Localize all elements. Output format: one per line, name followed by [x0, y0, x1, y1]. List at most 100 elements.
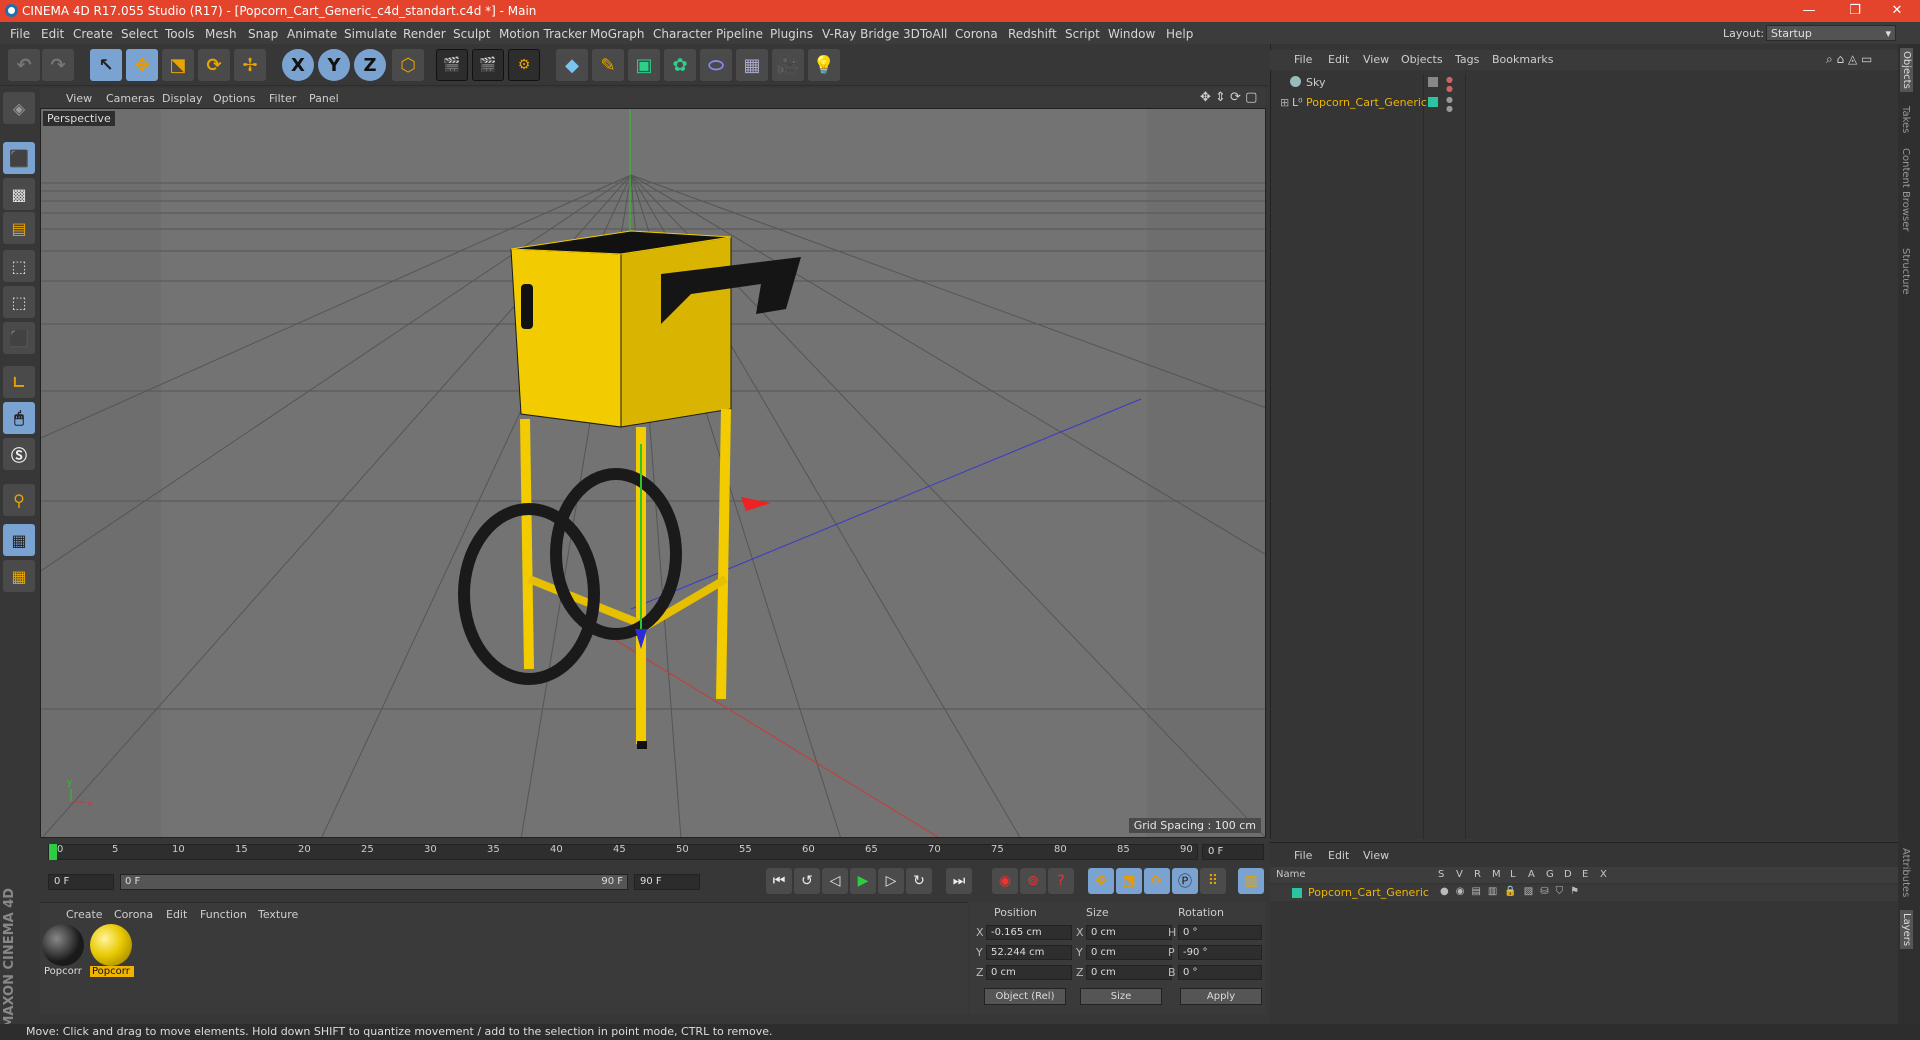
menu-simulate[interactable]: Simulate [344, 27, 397, 41]
layer-row[interactable]: Popcorn_Cart_Generic ●◉▤▥🔒▧⛁⛉⚑ [1270, 885, 1898, 901]
key-parameter-button[interactable]: Ⓟ [1172, 868, 1198, 894]
search-icon[interactable]: ⌕ ⌂ ◬ ▭ [1826, 52, 1872, 67]
column-d[interactable]: D [1564, 869, 1572, 880]
position-y-field[interactable]: 52.244 cm [986, 945, 1072, 960]
menu-snap[interactable]: Snap [248, 27, 278, 41]
workplane-lock-button[interactable]: ▦ [3, 524, 35, 556]
tab-objects[interactable]: Objects [1900, 48, 1913, 92]
undo-button[interactable]: ↶ [8, 49, 40, 81]
column-x[interactable]: X [1600, 869, 1607, 880]
minimize-button[interactable]: — [1786, 0, 1832, 22]
object-menu-file[interactable]: File [1294, 53, 1312, 66]
autokeying-button[interactable]: ⊚ [1020, 868, 1046, 894]
size-mode-select[interactable]: Size [1080, 988, 1162, 1005]
live-selection-button[interactable]: ↖ [90, 49, 122, 81]
size-x-field[interactable]: 0 cm [1086, 925, 1172, 940]
viewport-menu-view[interactable]: View [66, 92, 92, 105]
menu-mesh[interactable]: Mesh [205, 27, 237, 41]
column-a[interactable]: A [1528, 869, 1535, 880]
position-x-field[interactable]: -0.165 cm [986, 925, 1072, 940]
axis-mode-button[interactable]: ∟ [3, 366, 35, 398]
size-y-field[interactable]: 0 cm [1086, 945, 1172, 960]
menu-create[interactable]: Create [73, 27, 113, 41]
keyframe-selection-button[interactable]: ? [1048, 868, 1074, 894]
polygons-mode-button[interactable]: ⬛ [3, 322, 35, 354]
viewport-menu-display[interactable]: Display [162, 92, 203, 105]
snap-button[interactable]: ⚲ [3, 484, 35, 516]
points-mode-button[interactable]: ⬚ [3, 250, 35, 282]
scale-tool-button[interactable]: ⬔ [162, 49, 194, 81]
rotate-tool-button[interactable]: ⟳ [198, 49, 230, 81]
timeline-ruler[interactable]: 0 5 10 15 20 25 30 35 40 45 50 55 60 65 … [40, 840, 1266, 864]
menu-pipeline[interactable]: Pipeline [716, 27, 763, 41]
visibility-dots[interactable]: ● ● [1446, 75, 1453, 93]
menu-window[interactable]: Window [1108, 27, 1155, 41]
object-menu-view[interactable]: View [1363, 53, 1389, 66]
texture-mode-button[interactable]: ▩ [3, 178, 35, 210]
move-tool-button[interactable]: ✥ [126, 49, 158, 81]
menu-animate[interactable]: Animate [287, 27, 337, 41]
material-menu-function[interactable]: Function [200, 908, 247, 921]
playhead[interactable] [49, 844, 57, 860]
viewport-menu-cameras[interactable]: Cameras [106, 92, 155, 105]
column-s[interactable]: S [1438, 869, 1444, 880]
object-menu-tags[interactable]: Tags [1455, 53, 1479, 66]
rotation-p-field[interactable]: -90 ° [1178, 945, 1262, 960]
size-z-field[interactable]: 0 cm [1086, 965, 1172, 980]
column-r[interactable]: R [1474, 869, 1481, 880]
tweak-mode-button[interactable]: 🖱 [3, 402, 35, 434]
object-menu-edit[interactable]: Edit [1328, 53, 1349, 66]
y-axis-button[interactable]: Y [318, 49, 350, 81]
x-axis-button[interactable]: X [282, 49, 314, 81]
close-button[interactable]: ✕ [1874, 0, 1920, 22]
go-to-end-button[interactable]: ⏭ [946, 868, 972, 894]
maximize-button[interactable]: ❐ [1832, 0, 1878, 22]
tab-layers[interactable]: Layers [1900, 910, 1913, 950]
deformer-button[interactable]: ⬭ [700, 49, 732, 81]
viewport-name-label[interactable]: Perspective [43, 111, 115, 126]
previous-frame-button[interactable]: ◁ [822, 868, 848, 894]
end-frame-field[interactable]: 90 F [634, 874, 700, 890]
current-frame-field[interactable]: 0 F [1202, 844, 1264, 860]
go-to-start-button[interactable]: ⏮ [766, 868, 792, 894]
menu-character[interactable]: Character [653, 27, 712, 41]
camera-button[interactable]: 🎥 [772, 49, 804, 81]
object-row-popcorn-cart[interactable]: ⊞ L⁰ Popcorn_Cart_Generic ● ● [1280, 94, 1880, 113]
viewport-menu-panel[interactable]: Panel [309, 92, 339, 105]
material-swatch[interactable]: Popcorr [90, 924, 134, 982]
z-axis-button[interactable]: Z [354, 49, 386, 81]
column-e[interactable]: E [1582, 869, 1588, 880]
rotation-h-field[interactable]: 0 ° [1178, 925, 1262, 940]
model-mode-button[interactable]: ⬛ [3, 142, 35, 174]
object-menu-bookmarks[interactable]: Bookmarks [1492, 53, 1553, 66]
tab-structure[interactable]: Structure [1900, 248, 1911, 295]
viewport-nav-icons[interactable]: ✥ ⇕ ⟳ ▢ [1200, 90, 1257, 105]
light-button[interactable]: 💡 [808, 49, 840, 81]
viewport-menu-options[interactable]: Options [213, 92, 255, 105]
menu-vray-bridge[interactable]: V-Ray Bridge [822, 27, 899, 41]
material-swatch[interactable]: Popcorr [42, 924, 86, 982]
tab-attributes[interactable]: Attributes [1900, 848, 1911, 897]
position-z-field[interactable]: 0 cm [986, 965, 1072, 980]
column-m[interactable]: M [1492, 869, 1501, 880]
coordinate-mode-select[interactable]: Object (Rel) [984, 988, 1066, 1005]
material-menu-edit[interactable]: Edit [166, 908, 187, 921]
render-view-button[interactable]: 🎬 [436, 49, 468, 81]
edges-mode-button[interactable]: ⬚ [3, 286, 35, 318]
key-scale-button[interactable]: ⬔ [1116, 868, 1142, 894]
menu-help[interactable]: Help [1166, 27, 1193, 41]
coordinate-system-button[interactable]: ⬡ [392, 49, 424, 81]
menu-edit[interactable]: Edit [41, 27, 64, 41]
key-pla-button[interactable]: ⠿ [1200, 868, 1226, 894]
layer-menu-file[interactable]: File [1294, 849, 1312, 862]
column-v[interactable]: V [1456, 869, 1463, 880]
floor-environment-button[interactable]: ▦ [736, 49, 768, 81]
menu-script[interactable]: Script [1065, 27, 1100, 41]
rotation-b-field[interactable]: 0 ° [1178, 965, 1262, 980]
visibility-dots[interactable]: ● ● [1446, 95, 1453, 113]
timeline-layout-button[interactable]: ▥ [1238, 868, 1264, 894]
menu-select[interactable]: Select [121, 27, 158, 41]
solo-mode-button[interactable]: Ⓢ [3, 438, 35, 470]
apply-button[interactable]: Apply [1180, 988, 1262, 1005]
menu-3dtoall[interactable]: 3DToAll [903, 27, 947, 41]
